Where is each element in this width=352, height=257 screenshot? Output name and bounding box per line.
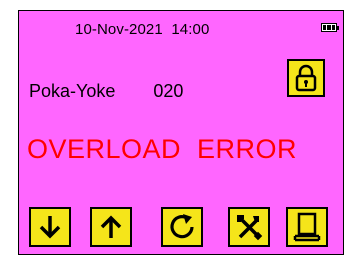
refresh-icon [170,214,194,239]
up-arrow-button[interactable] [90,207,132,247]
monitor-icon [293,212,321,242]
monitor-button[interactable] [286,207,328,247]
hmi-screen: 10-Nov-2021 14:00 Poka-Yoke 020 OVERLOAD… [18,10,344,255]
battery-icon [321,23,339,32]
datetime-display: 10-Nov-2021 14:00 [75,21,210,38]
tools-icon [237,215,263,241]
mode-line: Poka-Yoke 020 [29,81,183,102]
arrow-up-icon [100,215,122,238]
mode-label: Poka-Yoke [29,81,116,101]
tools-button[interactable] [228,207,270,247]
lock-icon [295,64,317,92]
refresh-button[interactable] [161,207,203,247]
lock-button[interactable] [287,59,325,97]
down-arrow-button[interactable] [29,207,71,247]
mode-value: 020 [153,81,184,101]
arrow-down-icon [39,216,61,239]
error-message: OVERLOAD ERROR [27,134,298,164]
